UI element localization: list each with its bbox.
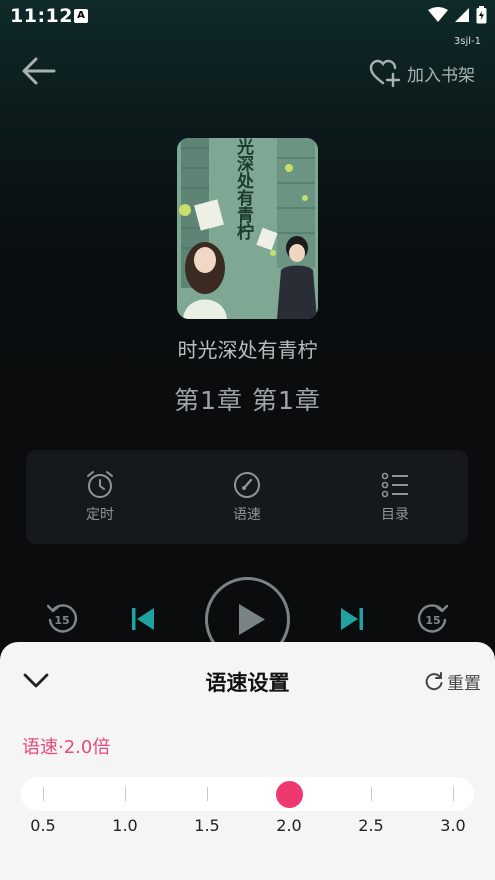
speed-slider-thumb[interactable] [275, 781, 303, 808]
status-bar: 11:12 A [0, 0, 495, 34]
cover-title-art: 光深处有青柠 [233, 138, 253, 240]
system-icons [428, 6, 487, 24]
reset-label: 重置 [447, 674, 481, 694]
heart-plus-icon [369, 59, 401, 87]
notification-a-icon: A [74, 9, 88, 23]
forward-15-icon: 15 [417, 604, 449, 633]
signal-icon [455, 8, 469, 22]
wifi-icon [428, 7, 448, 22]
current-speed-label: 语速·2.0倍 [22, 737, 111, 758]
speed-tick [453, 787, 454, 801]
forward-seconds: 15 [425, 614, 440, 627]
speed-tick [371, 787, 372, 801]
speed-tick [125, 787, 126, 801]
skip-next-icon [341, 608, 363, 630]
refresh-icon [425, 671, 443, 690]
arrow-left-icon [22, 57, 56, 85]
speed-button[interactable]: 语速 [207, 470, 287, 524]
speed-label: 语速 [233, 507, 261, 523]
reset-button[interactable]: 重置 [424, 669, 481, 694]
speed-tick-label[interactable]: 1.0 [105, 816, 145, 835]
speed-tick [207, 787, 208, 801]
speedometer-icon [234, 472, 260, 498]
timer-label: 定时 [86, 507, 114, 523]
forward-15-button[interactable]: 15 [416, 602, 450, 636]
list-icon [381, 472, 408, 498]
rewind-15-icon: 15 [46, 604, 78, 633]
speed-tick-label[interactable]: 1.5 [187, 816, 227, 835]
sheet-title: 语速设置 [205, 671, 290, 695]
speed-tick-label[interactable]: 2.5 [351, 816, 391, 835]
rewind-seconds: 15 [54, 614, 69, 627]
back-button[interactable] [20, 55, 58, 87]
battery-icon [476, 6, 487, 24]
book-title: 时光深处有青柠 [177, 338, 318, 362]
speed-tick [43, 787, 44, 801]
timer-button[interactable]: 定时 [60, 470, 140, 524]
speed-slider[interactable] [21, 777, 474, 811]
skip-previous-icon [132, 608, 154, 630]
controls-panel: 定时 语速 目录 [26, 450, 468, 544]
rewind-15-button[interactable]: 15 [45, 602, 79, 636]
speed-settings-sheet: 语速设置 重置 语速·2.0倍 0.5 1.0 1.5 2.0 2.5 3.0 [0, 642, 495, 880]
book-cover: 光深处有青柠 [177, 138, 318, 319]
add-to-shelf-label: 加入书架 [407, 65, 475, 86]
add-to-shelf-button[interactable]: 加入书架 [369, 58, 475, 88]
previous-chapter-button[interactable] [128, 604, 158, 634]
toc-button[interactable]: 目录 [355, 470, 435, 524]
chapter-title: 第1章 第1章 [174, 386, 321, 415]
next-chapter-button[interactable] [337, 604, 367, 634]
speed-tick-label[interactable]: 0.5 [23, 816, 63, 835]
speed-tick-label[interactable]: 3.0 [433, 816, 473, 835]
build-tag: 3sjl-1 [453, 36, 481, 47]
toc-label: 目录 [381, 507, 409, 523]
status-time: 11:12 [10, 5, 73, 27]
alarm-clock-icon [87, 471, 113, 498]
speed-tick-label[interactable]: 2.0 [269, 816, 309, 835]
